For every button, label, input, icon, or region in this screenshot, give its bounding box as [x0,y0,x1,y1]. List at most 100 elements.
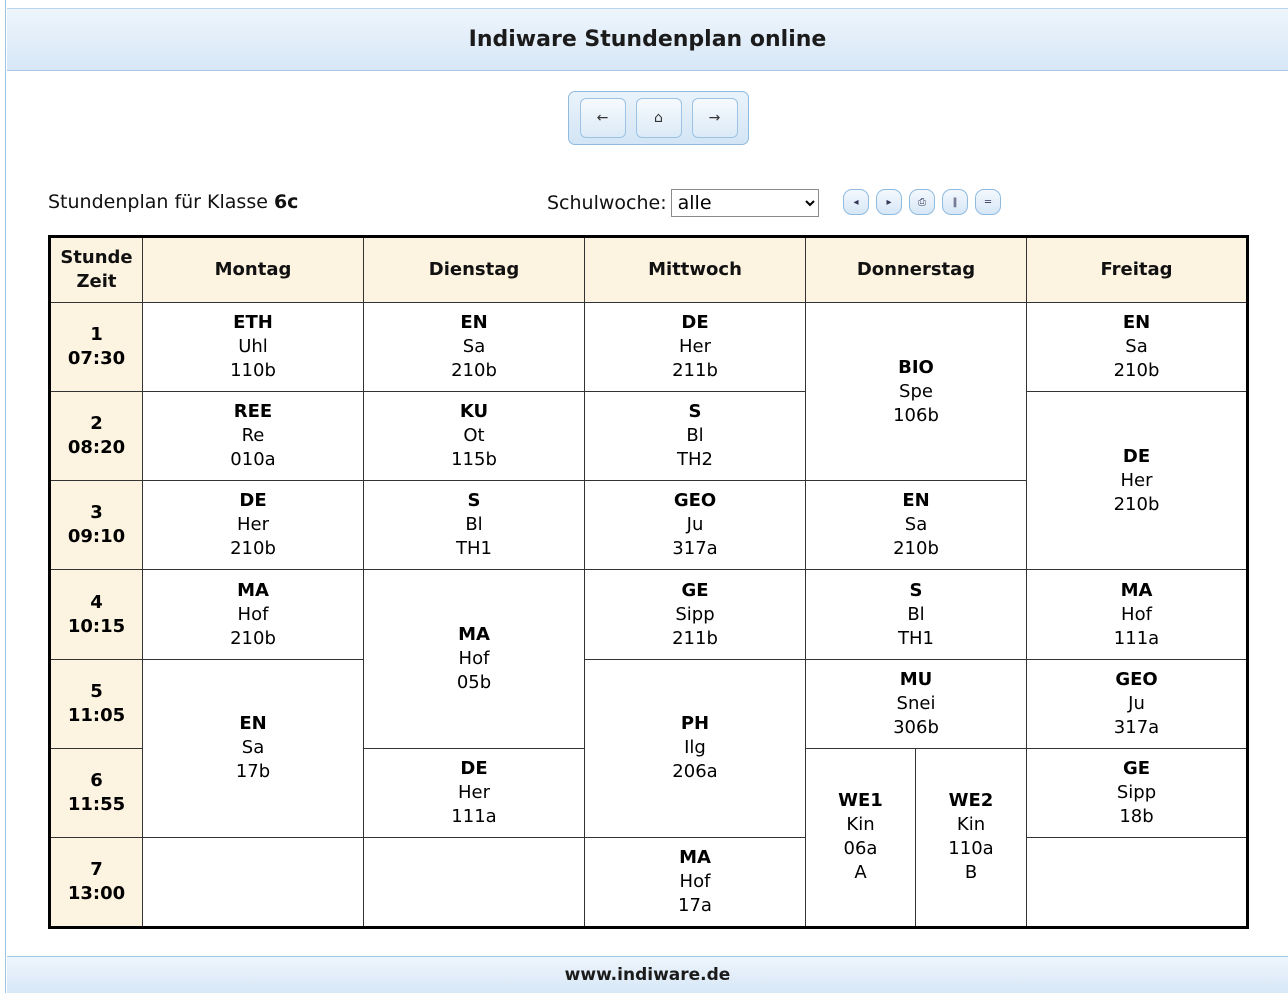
week-label: Schulwoche: [547,192,667,214]
lesson-subject: DE [1122,445,1151,467]
class-heading-prefix: Stundenplan für Klasse [48,191,268,213]
lesson-teacher: Hof [1121,603,1152,625]
lesson-subject: REE [233,401,273,423]
triangle-left-icon: ◂ [853,196,859,208]
lesson-subject: MA [458,624,490,646]
period-number: 2 [90,413,103,435]
period-time: 11:05 [67,704,126,726]
lesson-cell: S Bl TH1 [363,480,585,571]
horizontal-bars-icon: ═ [984,196,992,208]
period-number: 5 [90,680,103,702]
lesson-cell: WE1 Kin 06a A [805,747,916,929]
lesson-room: 317a [672,538,718,560]
lesson-subject: MA [237,579,269,601]
prev-week-button[interactable]: ◂ [843,189,869,215]
next-week-button[interactable]: ▸ [876,189,902,215]
class-heading: Stundenplan für Klasse 6c [48,191,298,213]
lesson-cell: KU Ot 115b [363,391,585,482]
lesson-room: 210b [451,360,497,382]
arrow-left-icon: ← [596,110,609,126]
lesson-room: 210b [1113,493,1160,515]
lesson-room: 306b [893,716,939,738]
lesson-room: 111a [1113,627,1160,649]
day-header-donnerstag: Donnerstag [805,235,1027,304]
week-select[interactable]: alle [670,189,819,217]
navigation-bar: ← ⌂ → [568,91,749,145]
lesson-room: 115b [451,449,497,471]
horizontal-layout-button[interactable]: ═ [975,189,1001,215]
lesson-subject: ETH [233,312,273,334]
lesson-room: 210b [1113,360,1160,382]
lesson-room: 05b [456,672,492,694]
print-button[interactable]: ⎙ [909,189,935,215]
lesson-subject: BIO [898,356,934,378]
lesson-teacher: Sa [462,336,486,358]
period-number: 4 [90,591,103,613]
empty-cell [1026,836,1248,929]
lesson-cell: MA Hof 05b [363,569,585,749]
lesson-teacher: Sipp [675,603,715,625]
lesson-subject: MA [679,846,711,868]
vertical-bars-icon: ‖ [952,196,958,208]
period-time: 09:10 [67,526,126,548]
lesson-cell: EN Sa 210b [805,480,1027,571]
lesson-room: 110a [948,838,994,860]
home-icon: ⌂ [654,110,663,126]
page-title: Indiware Stundenplan online [468,27,827,52]
lesson-room: 17b [235,761,271,783]
period-time: 11:55 [67,793,126,815]
lesson-teacher: Ju [1128,692,1145,714]
week-selector: Schulwoche: alle [547,189,819,217]
lesson-subject: EN [1122,312,1151,334]
day-header-montag: Montag [142,235,364,304]
lesson-teacher: Sa [1125,336,1148,358]
lesson-subject: S [909,579,923,601]
lesson-room: TH1 [898,627,934,649]
lesson-teacher: Bl [686,425,704,447]
lesson-room: 210b [230,627,276,649]
back-button[interactable]: ← [579,98,626,138]
lesson-subject: WE1 [838,790,883,812]
period-number: 7 [90,858,103,880]
period-number: 3 [90,502,103,524]
lesson-teacher: Snei [896,692,936,714]
page-left-border [0,0,6,993]
lesson-room: 111a [451,805,497,827]
lesson-room: TH2 [677,449,713,471]
vertical-layout-button[interactable]: ‖ [942,189,968,215]
forward-button[interactable]: → [691,98,738,138]
period-number: 6 [90,769,103,791]
stunde-label: Stunde [60,247,133,269]
lesson-room: 18b [1119,805,1154,827]
lesson-cell: EN Sa 210b [363,302,585,393]
lesson-subject: GEO [673,490,717,512]
home-button[interactable]: ⌂ [635,98,682,138]
corner-header: Stunde Zeit [49,235,143,304]
lesson-teacher: Hof [458,648,490,670]
period-cell: 3 09:10 [49,480,143,571]
lesson-cell: S Bl TH1 [805,569,1027,660]
lesson-cell: MA Hof 111a [1026,569,1248,660]
lesson-cell: DE Her 210b [1026,391,1248,571]
lesson-cell: REE Re 010a [142,391,364,482]
period-cell: 6 11:55 [49,747,143,838]
lesson-room: 17a [678,894,712,916]
empty-cell [142,836,364,929]
lesson-subject: KU [459,401,489,423]
lesson-room: TH1 [456,538,492,560]
period-cell: 1 07:30 [49,302,143,393]
lesson-cell: GE Sipp 211b [584,569,806,660]
lesson-room: 211b [672,360,718,382]
lesson-teacher: Kin [846,814,875,836]
lesson-cell: ETH Uhl 110b [142,302,364,393]
empty-cell [363,836,585,929]
lesson-subject: S [467,490,481,512]
period-number: 1 [90,324,103,346]
lesson-subject: PH [680,713,710,735]
footer-link[interactable]: www.indiware.de [565,965,731,985]
lesson-room: 211b [672,627,718,649]
lesson-subject: GE [1122,757,1151,779]
lesson-subject: S [688,401,702,423]
lesson-teacher: Her [236,514,269,536]
lesson-subject: EN [902,490,930,512]
